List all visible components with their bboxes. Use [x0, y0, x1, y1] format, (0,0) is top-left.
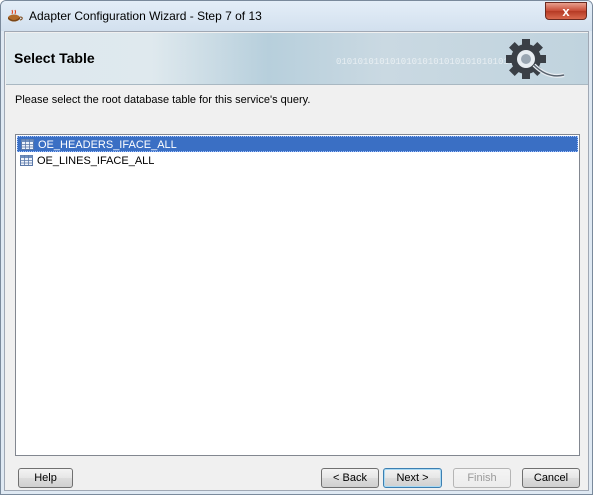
window-title: Adapter Configuration Wizard - Step 7 of…: [29, 9, 262, 23]
list-item[interactable]: OE_HEADERS_IFACE_ALL: [17, 136, 578, 152]
wizard-window: Adapter Configuration Wizard - Step 7 of…: [0, 0, 593, 495]
help-button[interactable]: Help: [18, 468, 73, 488]
cancel-button[interactable]: Cancel: [522, 468, 580, 488]
title-bar[interactable]: Adapter Configuration Wizard - Step 7 of…: [1, 1, 592, 31]
wizard-body: Select Table 010101010101010101010101010…: [4, 31, 589, 491]
close-icon: x: [562, 4, 570, 19]
back-button[interactable]: < Back: [321, 468, 379, 488]
table-grid-icon: [20, 155, 33, 166]
next-button[interactable]: Next >: [383, 468, 442, 488]
list-item[interactable]: OE_LINES_IFACE_ALL: [17, 153, 578, 169]
table-name: OE_LINES_IFACE_ALL: [37, 155, 155, 167]
step-title: Select Table: [14, 50, 95, 66]
table-name: OE_HEADERS_IFACE_ALL: [38, 139, 177, 151]
coffee-cup-icon: [8, 9, 23, 22]
step-banner: Select Table 010101010101010101010101010…: [6, 33, 588, 85]
instruction-text: Please select the root database table fo…: [15, 94, 311, 106]
close-button[interactable]: x: [545, 2, 587, 20]
gear-plug-icon: [506, 39, 565, 79]
table-list[interactable]: OE_HEADERS_IFACE_ALL OE_LINES_IFACE_ALL: [15, 134, 580, 456]
table-grid-icon: [21, 139, 34, 150]
banner-decoration: 0101010101010101010101010101010101: [336, 57, 520, 67]
finish-button[interactable]: Finish: [453, 468, 511, 488]
